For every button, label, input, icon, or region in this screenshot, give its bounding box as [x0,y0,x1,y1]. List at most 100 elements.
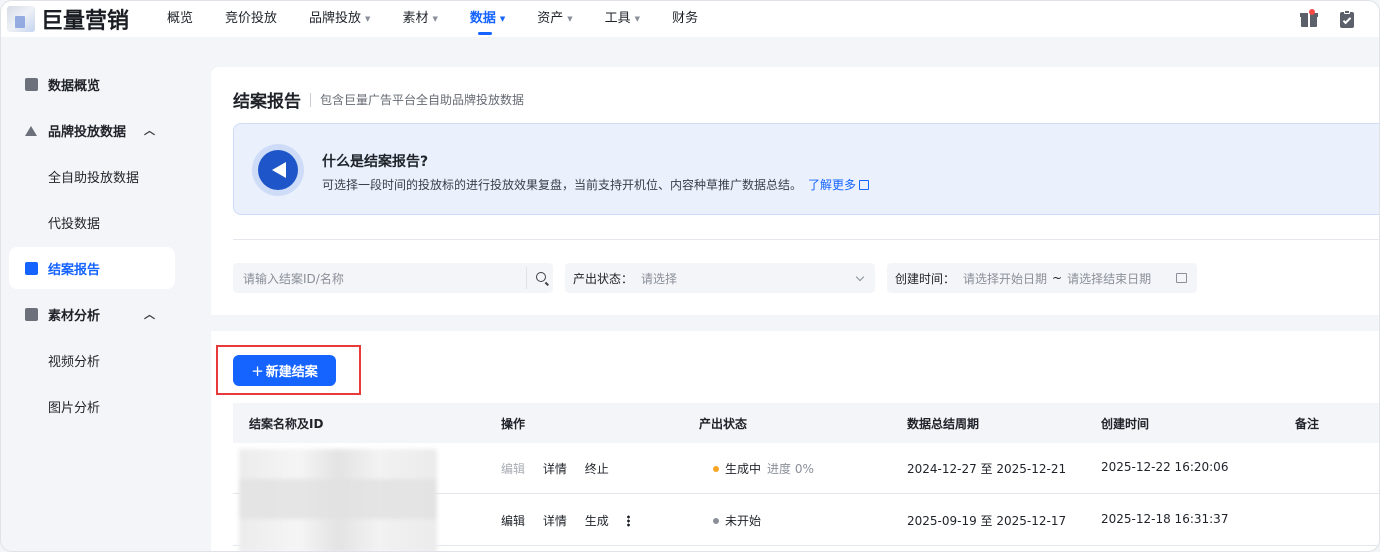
column-header-name: 结案名称及ID [249,417,324,431]
plus-icon: + [251,361,264,380]
report-table: 结案名称及ID 操作 产出状态 数据总结周期 创建时间 备注 编辑 详情 终止 … [233,403,1379,546]
title-divider [310,92,311,107]
gift-icon[interactable] [1299,9,1319,29]
caret-down-icon: ▼ [365,15,371,23]
main-nav: 概览 竞价投放 品牌投放 ▼ 素材 ▼ 数据 ▼ 资产 ▼ 工具 ▼ 财务 [151,1,714,37]
sidebar-item-label: 品牌投放数据 [48,124,127,140]
status-text: 未开始 [725,514,762,528]
search-placeholder: 请输入结案ID/名称 [243,271,344,286]
sidebar-item-image-analysis[interactable]: 图片分析 [1,383,201,429]
page-description: 包含巨量广告平台全自助品牌投放数据 [320,93,525,107]
sidebar-item-label: 全自助投放数据 [48,170,140,186]
caret-down-icon: ▼ [432,15,438,23]
edit-button[interactable]: 编辑 [501,514,525,528]
sidebar-item-agency-data[interactable]: 代投数据 [1,199,201,245]
date-start-input[interactable]: 请选择开始日期 [963,270,1047,287]
chevron-down-icon [855,272,865,282]
created-cell: 2025-12-18 16:31:37 [1101,512,1229,526]
date-range-picker[interactable]: 创建时间： 请选择开始日期 ~ 请选择结束日期 [887,263,1197,293]
learn-more-link[interactable]: 了解更多 [808,178,870,192]
column-header-note: 备注 [1295,417,1320,431]
nav-label: 概览 [167,11,194,26]
terminate-button[interactable]: 终止 [585,462,609,476]
learn-more-label: 了解更多 [808,178,857,192]
status-dot [713,466,719,472]
notification-dot [1309,9,1315,15]
search-input[interactable]: 请输入结案ID/名称 [233,263,553,293]
info-title: 什么是结案报告? [322,154,429,170]
section-gap [211,315,1379,331]
sidebar-item-label: 数据概览 [48,78,101,94]
status-select[interactable]: 产出状态： 请选择 [565,263,875,293]
nav-item-assets[interactable]: 资产 ▼ [521,1,588,37]
nav-item-bidding[interactable]: 竞价投放 [209,1,293,37]
more-icon[interactable] [626,515,630,527]
status-cell: 生成中 进度 0% [713,460,814,477]
detail-button[interactable]: 详情 [543,514,567,528]
info-text: 可选择一段时间的投放标的进行投放效果复盘，当前支持开机位、内容种草推广数据总结。… [322,176,870,193]
nav-item-overview[interactable]: 概览 [151,1,209,37]
sidebar-item-label: 图片分析 [48,400,101,416]
calendar-icon [1176,273,1187,283]
column-header-actions: 操作 [501,417,526,431]
chart-icon [25,77,38,91]
detail-button[interactable]: 详情 [543,462,567,476]
status-label: 产出状态： [573,271,634,286]
new-report-label: 新建结案 [265,365,318,380]
column-header-status: 产出状态 [699,417,748,431]
sidebar-item-data-overview[interactable]: 数据概览 [1,61,201,107]
period-cell: 2024-12-27 至 2025-12-21 [907,462,1067,476]
caret-down-icon: ▼ [499,15,506,23]
nav-label: 品牌投放 [309,11,362,26]
page-title: 结案报告 [233,92,301,112]
logo-text: 巨量营销 [41,9,130,34]
new-report-button[interactable]: + 新建结案 [233,355,336,386]
top-navigation-bar: 巨量营销 概览 竞价投放 品牌投放 ▼ 素材 ▼ 数据 ▼ 资产 ▼ 工具 ▼ 财务 [1,1,1379,37]
sidebar-item-material-analysis[interactable]: 素材分析 ︿ [1,291,201,337]
search-icon[interactable] [536,272,546,282]
nav-label: 资产 [537,11,564,26]
date-end-input[interactable]: 请选择结束日期 [1067,270,1151,287]
page-header: 结案报告 包含巨量广告平台全自助品牌投放数据 [233,87,524,112]
progress-text: 进度 0% [767,462,814,476]
top-right-tools [1299,1,1357,37]
sidebar-item-video-analysis[interactable]: 视频分析 [1,337,201,383]
nav-item-material[interactable]: 素材 ▼ [386,1,453,37]
chevron-up-icon[interactable]: ︿ [144,306,155,322]
caret-down-icon: ▼ [567,15,573,23]
clipboard-check-icon[interactable] [1337,9,1357,29]
sidebar-item-label: 视频分析 [48,354,101,370]
nav-item-data[interactable]: 数据 ▼ [454,1,521,37]
sidebar-item-closing-report[interactable]: 结案报告 [1,245,201,291]
info-description: 可选择一段时间的投放标的进行投放效果复盘，当前支持开机位、内容种草推广数据总结。 [322,178,803,192]
crown-icon [25,124,38,137]
sidebar-item-label: 结案报告 [48,262,101,278]
blurred-name-region [239,449,437,551]
created-cell: 2025-12-22 16:20:06 [1101,460,1229,474]
sidebar-item-self-service-data[interactable]: 全自助投放数据 [1,153,201,199]
nav-item-tools[interactable]: 工具 ▼ [589,1,656,37]
nav-item-finance[interactable]: 财务 [656,1,714,37]
logo[interactable]: 巨量营销 [1,1,141,37]
chevron-up-icon[interactable]: ︿ [144,122,155,138]
edit-button: 编辑 [501,462,526,476]
sidebar-item-brand-data[interactable]: 品牌投放数据 ︿ [1,107,201,153]
sidebar-item-label: 素材分析 [48,308,101,324]
info-banner: 什么是结案报告? 可选择一段时间的投放标的进行投放效果复盘，当前支持开机位、内容… [233,123,1379,215]
nav-label: 财务 [672,11,699,26]
nav-label: 素材 [402,11,429,26]
generate-button[interactable]: 生成 [585,514,609,528]
filter-bar: 请输入结案ID/名称 产出状态： 请选择 创建时间： 请选择开始日期 ~ 请选择… [233,263,1197,293]
sidebar-item-label: 代投数据 [48,216,101,232]
nav-label: 竞价投放 [225,11,278,26]
trend-icon [25,261,38,275]
nav-item-brand[interactable]: 品牌投放 ▼ [293,1,386,37]
nav-label: 数据 [469,11,496,26]
divider [233,239,1379,240]
sidebar: 数据概览 品牌投放数据 ︿ 全自助投放数据 代投数据 结案报告 素材分析 ︿ 视… [1,37,201,551]
date-separator: ~ [1052,271,1063,285]
megaphone-icon [252,144,304,196]
material-icon [25,307,38,321]
app-window: 巨量营销 概览 竞价投放 品牌投放 ▼ 素材 ▼ 数据 ▼ 资产 ▼ 工具 ▼ 财务 数据… [0,0,1380,552]
row-actions: 编辑 详情 生成 [501,512,644,529]
